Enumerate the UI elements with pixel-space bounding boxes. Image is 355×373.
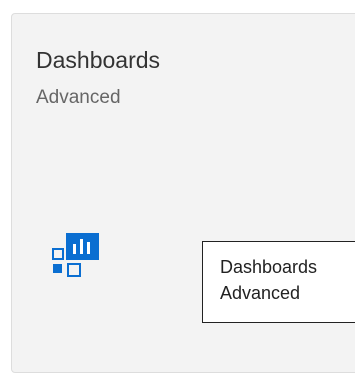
tooltip-line-2: Advanced <box>220 283 301 303</box>
icon-square-outline <box>67 263 81 277</box>
tooltip: Dashboards Advanced <box>202 241 355 323</box>
icon-bar-1 <box>73 244 76 254</box>
tile-subtitle: Advanced <box>36 87 121 108</box>
dashboard-chart-icon <box>52 233 99 277</box>
icon-bar-2 <box>80 239 83 254</box>
icon-square-filled <box>53 264 62 273</box>
icon-bar-3 <box>87 242 90 254</box>
icon-square-outline-small <box>52 248 64 260</box>
tile-title: Dashboards <box>36 47 161 73</box>
tooltip-line-1: Dashboards <box>220 257 318 277</box>
